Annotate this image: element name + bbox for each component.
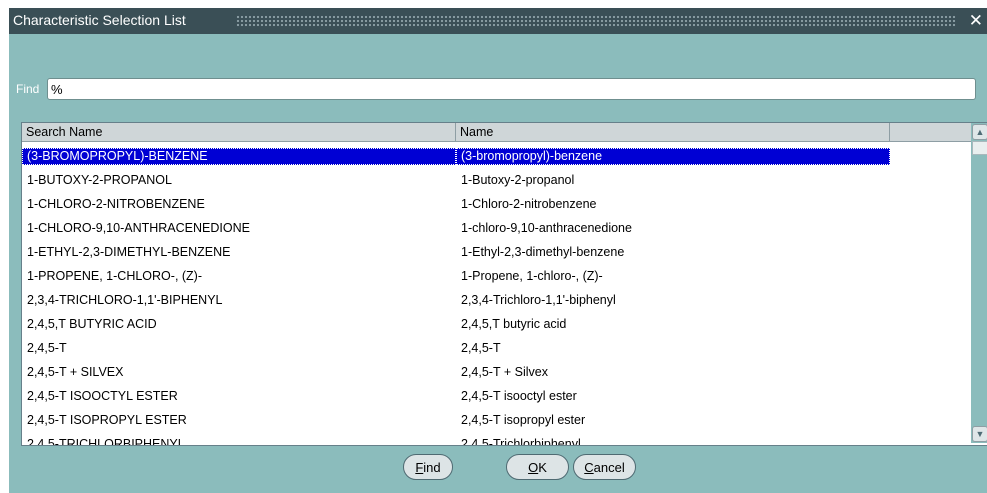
title-bar[interactable]: Characteristic Selection List ✕: [9, 8, 987, 34]
scroll-thumb[interactable]: [972, 141, 987, 155]
cell-search-name: 2,4,5-T + SILVEX: [27, 365, 124, 379]
table-row[interactable]: 2,4,5-T ISOOCTYL ESTER 2,4,5-T isooctyl e…: [22, 384, 972, 408]
table-row[interactable]: 2,4,5-T ISOPROPYL ESTER 2,4,5-T isopropyl…: [22, 408, 972, 432]
column-header-blank: [890, 123, 972, 142]
cell-name: (3-bromopropyl)-benzene: [456, 147, 890, 165]
cell-name: 2,4,5-T isooctyl ester: [461, 389, 577, 403]
table-row[interactable]: 1-CHLORO-9,10-ANTHRACENEDIONE 1-chloro-9,…: [22, 216, 972, 240]
cell-name: 1-Butoxy-2-propanol: [461, 173, 575, 187]
table-row[interactable]: 2,3,4-TRICHLORO-1,1'-BIPHENYL 2,3,4-Trich…: [22, 288, 972, 312]
table-row[interactable]: (3-BROMOPROPYL)-BENZENE (3-bromopropyl)-b…: [22, 144, 972, 168]
table-header: Search Name Name: [22, 123, 972, 143]
cell-search-name: 1-ETHYL-2,3-DIMETHYL-BENZENE: [27, 245, 231, 259]
scroll-down-arrow-icon[interactable]: ▼: [972, 426, 987, 442]
scroll-up-arrow-icon[interactable]: ▲: [972, 124, 987, 140]
vertical-scrollbar[interactable]: ▲ ▼: [971, 123, 987, 443]
title-bar-grip: [236, 15, 956, 27]
cell-search-name: 2,4,5,T BUTYRIC ACID: [27, 317, 157, 331]
table-row[interactable]: 2,4,5-T + SILVEX 2,4,5-T + Silvex: [22, 360, 972, 384]
cell-search-name: 2,4,5-T: [27, 341, 67, 355]
column-header-name[interactable]: Name: [456, 123, 890, 142]
cell-name: 2,4,5-T + Silvex: [461, 365, 548, 379]
table-row[interactable]: 1-ETHYL-2,3-DIMETHYL-BENZENE 1-Ethyl-2,3-…: [22, 240, 972, 264]
window-title: Characteristic Selection List: [13, 12, 186, 28]
cell-name: 2,4,5-T: [461, 341, 501, 355]
cell-search-name: (3-BROMOPROPYL)-BENZENE: [22, 147, 456, 165]
table-body: (3-BROMOPROPYL)-BENZENE (3-bromopropyl)-b…: [22, 144, 972, 446]
cell-name: 2,4,5-Trichlorbiphenyl: [461, 437, 581, 446]
cell-name: 1-chloro-9,10-anthracenedione: [461, 221, 632, 235]
cell-search-name: 2,4,5-T ISOPROPYL ESTER: [27, 413, 187, 427]
cell-name: 1-Chloro-2-nitrobenzene: [461, 197, 597, 211]
find-label: Find: [16, 82, 40, 96]
table-row[interactable]: 2,4,5-T 2,4,5-T: [22, 336, 972, 360]
table-row[interactable]: 2,4,5,T BUTYRIC ACID 2,4,5,T butyric acid: [22, 312, 972, 336]
column-header-search-name[interactable]: Search Name: [22, 123, 456, 142]
cell-name: 2,4,5-T isopropyl ester: [461, 413, 586, 427]
find-button-label: ind: [423, 459, 441, 475]
cell-search-name: 1-BUTOXY-2-PROPANOL: [27, 173, 172, 187]
cell-search-name: 1-CHLORO-9,10-ANTHRACENEDIONE: [27, 221, 250, 235]
cancel-button[interactable]: Cancel: [573, 454, 636, 480]
cell-name: 2,3,4-Trichloro-1,1'-biphenyl: [461, 293, 616, 307]
table-row[interactable]: 1-BUTOXY-2-PROPANOL 1-Butoxy-2-propanol: [22, 168, 972, 192]
cell-name: 1-Ethyl-2,3-dimethyl-benzene: [461, 245, 625, 259]
table-row[interactable]: 2,4,5-TRICHLORBIPHENYL 2,4,5-Trichlorbiph…: [22, 432, 972, 446]
close-icon[interactable]: ✕: [969, 10, 983, 32]
cell-search-name: 2,3,4-TRICHLORO-1,1'-BIPHENYL: [27, 293, 223, 307]
dialog-window: Characteristic Selection List ✕ Find Sea…: [9, 8, 987, 493]
cell-search-name: 2,4,5-TRICHLORBIPHENYL: [27, 437, 185, 446]
table-row[interactable]: 1-PROPENE, 1-CHLORO-, (Z)- 1-Propene, 1-c…: [22, 264, 972, 288]
cell-name: 2,4,5,T butyric acid: [461, 317, 567, 331]
results-table: Search Name Name (3-BROMOPROPYL)-BENZENE…: [21, 122, 987, 446]
cancel-button-label: ancel: [593, 459, 625, 475]
ok-button-label: K: [538, 459, 547, 475]
table-row[interactable]: 1-CHLORO-2-NITROBENZENE 1-Chloro-2-nitrob…: [22, 192, 972, 216]
cell-search-name: 1-CHLORO-2-NITROBENZENE: [27, 197, 205, 211]
find-button[interactable]: Find: [403, 454, 453, 480]
cancel-button-mnemonic: C: [584, 459, 594, 475]
find-input[interactable]: [47, 78, 976, 100]
cell-search-name: 1-PROPENE, 1-CHLORO-, (Z)-: [27, 269, 203, 283]
cell-search-name: 2,4,5-T ISOOCTYL ESTER: [27, 389, 178, 403]
ok-button-mnemonic: O: [528, 459, 539, 475]
ok-button[interactable]: OK: [506, 454, 569, 480]
cell-name: 1-Propene, 1-chloro-, (Z)-: [461, 269, 603, 283]
